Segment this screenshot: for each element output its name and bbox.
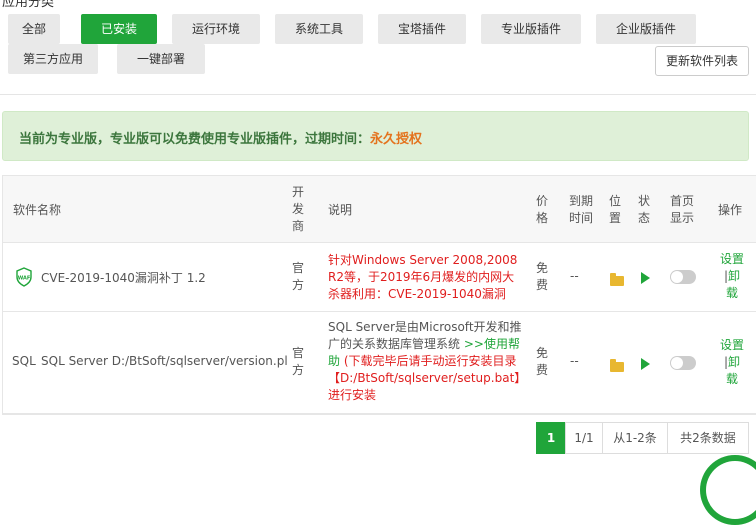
header-expire: 到期 时间	[567, 193, 595, 227]
section-title: 应用分类	[2, 0, 55, 10]
description: SQL Server是由Microsoft开发和推 广的关系数据库管理系统 >>…	[328, 319, 528, 404]
developer: 官 方	[292, 345, 304, 379]
sql-icon: SQL	[12, 354, 36, 368]
homepage-toggle[interactable]	[670, 356, 696, 370]
notice-label: 当前为专业版，专业版可以免费使用专业版插件，过期时间：	[19, 132, 371, 147]
page-count: 1/1	[565, 422, 603, 454]
header-developer-line: 开	[291, 185, 304, 199]
software-table: 软件名称 开 发 商 说明 价 格 到期 时间 位 置 状 态 首页 显示 操作	[2, 175, 756, 415]
page-current[interactable]: 1	[536, 422, 566, 454]
table-row: WAF CVE-2019-1040漏洞补丁 1.2 官 方 针对Windows …	[3, 243, 756, 312]
waf-shield-icon: WAF	[15, 267, 33, 290]
header-location-line: 置	[608, 211, 621, 225]
notice-expire-value: 永久授权	[370, 132, 423, 147]
header-description: 说明	[328, 203, 353, 217]
description-line: 进行安装	[328, 388, 377, 402]
description-line: SQL Server是由Microsoft开发和推	[328, 320, 522, 334]
settings-link[interactable]: 设置	[720, 252, 744, 266]
price-line: 费	[536, 363, 549, 377]
header-developer: 开 发 商	[291, 184, 305, 235]
expire-time: --	[570, 354, 579, 368]
uninstall-link[interactable]: 载	[726, 372, 738, 386]
tab-pro-plugins[interactable]: 专业版插件	[481, 14, 581, 44]
tab-enterprise-plugins[interactable]: 企业版插件	[596, 14, 696, 44]
row-operations: 设置 |卸 载	[717, 337, 747, 388]
header-developer-line: 发	[291, 202, 304, 216]
price-line: 免	[536, 346, 549, 360]
divider	[0, 94, 756, 95]
header-location-line: 位	[608, 194, 621, 208]
table-row: SQL SQL Server D:/BtSoft/sqlserver/versi…	[3, 312, 756, 414]
developer-line: 方	[292, 278, 305, 292]
description-line: R2等，于2019年6月爆发的内网大	[328, 270, 515, 284]
folder-icon[interactable]	[610, 273, 624, 286]
tab-bt-plugins[interactable]: 宝塔插件	[378, 14, 466, 44]
header-homepage-line: 显示	[669, 211, 694, 225]
header-status-line: 状	[637, 194, 650, 208]
settings-link[interactable]: 设置	[720, 338, 744, 352]
description-line: (下载完毕后请手动运行安装目录	[343, 354, 517, 368]
tab-third-party[interactable]: 第三方应用	[8, 44, 98, 74]
header-status: 状 态	[637, 193, 651, 227]
uninstall-link[interactable]: 卸	[728, 269, 740, 283]
description-line: 广的关系数据库管理系统	[328, 337, 461, 351]
header-name: 软件名称	[13, 203, 62, 217]
tab-runtime[interactable]: 运行环境	[172, 14, 260, 44]
uninstall-link[interactable]: 载	[726, 286, 738, 300]
tab-system-tools[interactable]: 系统工具	[275, 14, 363, 44]
header-price-line: 价	[535, 194, 548, 208]
description-line: 杀器利用：CVE-2019-1040漏洞	[328, 287, 506, 301]
software-name: SQL Server D:/BtSoft/sqlserver/version.p…	[41, 354, 288, 368]
floating-action-button[interactable]	[700, 455, 756, 525]
page-total: 共2条数据	[667, 422, 749, 454]
svg-text:WAF: WAF	[18, 276, 31, 282]
header-homepage: 首页 显示	[668, 193, 696, 227]
description-line: 【D:/BtSoft/sqlserver/setup.bat】	[328, 371, 527, 385]
header-expire-line: 到期	[568, 194, 593, 208]
row-operations: 设置 |卸 载	[717, 251, 747, 302]
help-link[interactable]: 助	[328, 354, 340, 368]
price-line: 免	[536, 261, 549, 275]
header-status-line: 态	[637, 211, 650, 225]
header-location: 位 置	[608, 193, 622, 227]
header-price: 价 格	[535, 193, 549, 227]
page-range: 从1-2条	[602, 422, 668, 454]
refresh-software-list-button[interactable]: 更新软件列表	[655, 46, 749, 76]
table-header: 软件名称 开 发 商 说明 价 格 到期 时间 位 置 状 态 首页 显示 操作	[3, 176, 756, 243]
homepage-toggle[interactable]	[670, 270, 696, 284]
description: 针对Windows Server 2008,2008 R2等，于2019年6月爆…	[328, 252, 528, 303]
tab-one-click-deploy[interactable]: 一键部署	[117, 44, 205, 74]
price: 免 费	[536, 260, 548, 294]
folder-icon[interactable]	[610, 359, 624, 372]
license-notice: 当前为专业版，专业版可以免费使用专业版插件，过期时间：永久授权	[2, 111, 749, 161]
header-developer-line: 商	[291, 219, 304, 233]
developer-line: 官	[292, 346, 305, 360]
header-homepage-line: 首页	[669, 194, 694, 208]
notice-text: 当前为专业版，专业版可以免费使用专业版插件，过期时间：永久授权	[19, 128, 422, 147]
developer: 官 方	[292, 260, 304, 294]
description-line: 针对Windows Server 2008,2008	[328, 253, 518, 267]
help-link[interactable]: >>使用帮	[464, 337, 520, 351]
price: 免 费	[536, 345, 548, 379]
play-icon[interactable]	[641, 358, 650, 370]
price-line: 费	[536, 278, 549, 292]
developer-line: 官	[292, 261, 305, 275]
developer-line: 方	[292, 363, 305, 377]
header-price-line: 格	[535, 211, 548, 225]
expire-time: --	[570, 269, 579, 283]
tab-all[interactable]: 全部	[8, 14, 60, 44]
header-expire-line: 时间	[568, 211, 593, 225]
play-icon[interactable]	[641, 272, 650, 284]
header-ops: 操作	[717, 203, 742, 217]
tab-installed[interactable]: 已安装	[81, 14, 157, 44]
uninstall-link[interactable]: 卸	[728, 355, 740, 369]
software-name: CVE-2019-1040漏洞补丁 1.2	[41, 271, 206, 285]
